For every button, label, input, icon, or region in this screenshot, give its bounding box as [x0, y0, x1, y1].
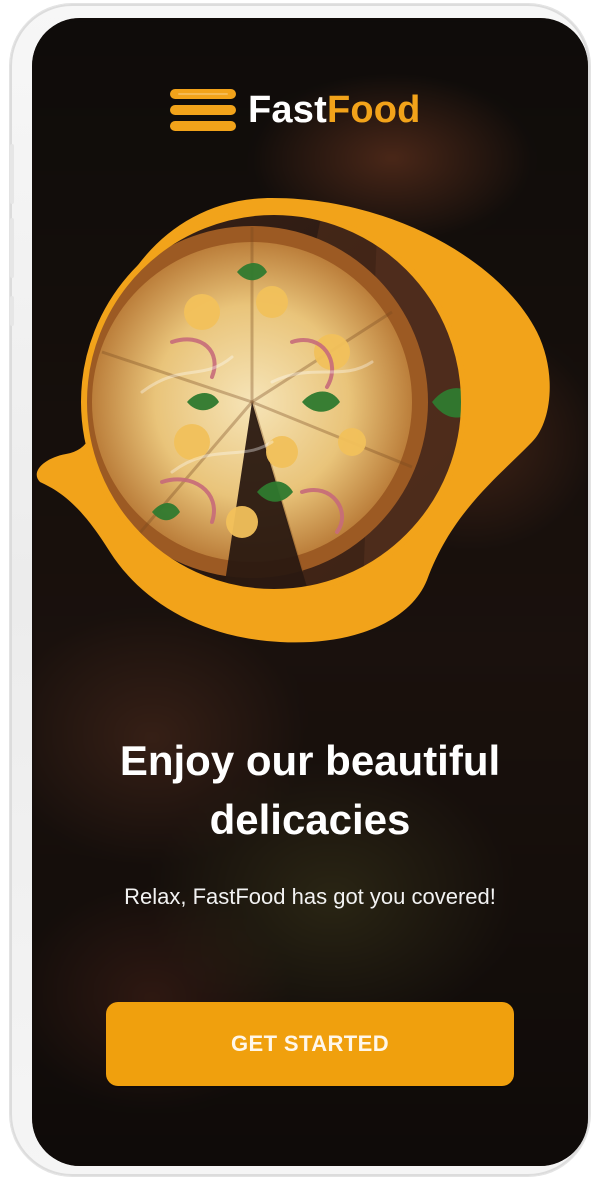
- brand-name: Fast Food: [248, 91, 421, 129]
- headline: Enjoy our beautiful delicacies: [119, 737, 501, 843]
- brand-logo: Fast Food: [168, 84, 458, 136]
- burger-logo-icon: [170, 89, 236, 131]
- brand-name-fast: Fast: [248, 89, 327, 131]
- get-started-label: GET STARTED: [231, 1031, 389, 1056]
- pizza-hero-image: [32, 192, 588, 662]
- get-started-button[interactable]: GET STARTED: [106, 1002, 514, 1086]
- volume-up-button: [10, 144, 14, 204]
- subtitle: Relax, FastFood has got you covered!: [124, 884, 496, 909]
- side-button: [10, 296, 14, 326]
- brand-name-food: Food: [326, 89, 421, 131]
- pizza-hero-graphic: [36, 198, 550, 643]
- volume-down-button: [10, 218, 14, 278]
- app-screen: Fast Food Enjoy our beautiful delicacies…: [32, 18, 588, 1166]
- phone-frame: Fast Food Enjoy our beautiful delicacies…: [10, 4, 590, 1176]
